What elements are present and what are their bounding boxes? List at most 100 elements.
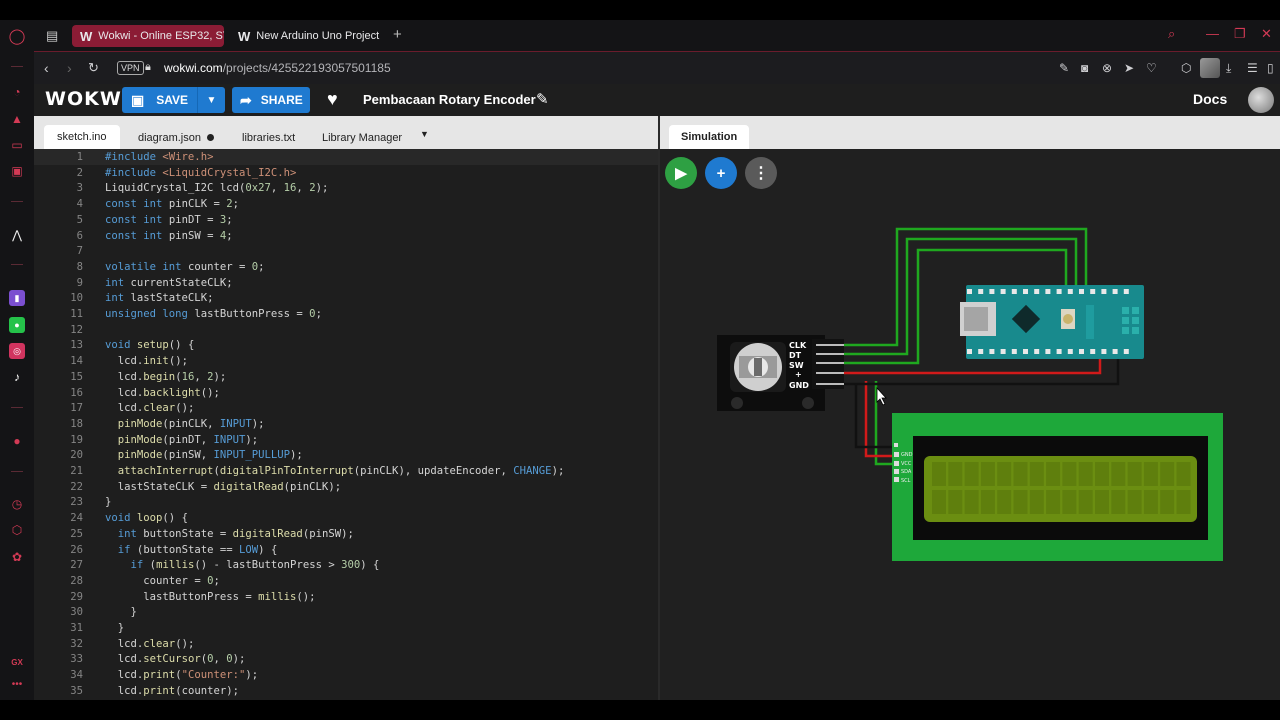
nano-pin[interactable] xyxy=(989,289,995,294)
bag-icon[interactable]: ▲ xyxy=(9,111,25,127)
nano-pin[interactable] xyxy=(1000,289,1006,294)
nano-pin[interactable] xyxy=(1101,349,1107,354)
block-ads-icon[interactable]: ⊗ xyxy=(1102,61,1112,75)
arduino-nano[interactable] xyxy=(960,285,1144,359)
minimize-icon[interactable]: — xyxy=(1206,26,1219,41)
nano-pin[interactable] xyxy=(1101,289,1107,294)
nano-pin[interactable] xyxy=(989,349,995,354)
code-line[interactable]: 26 if (buttonState == LOW) { xyxy=(34,542,658,558)
forward-icon[interactable]: › xyxy=(67,60,72,76)
code-line[interactable]: 19 pinMode(pinDT, INPUT); xyxy=(34,432,658,448)
tabs-dropdown-icon[interactable]: ▼ xyxy=(420,129,429,139)
nano-pin[interactable] xyxy=(1079,289,1084,294)
code-line[interactable]: 29 lastButtonPress = millis(); xyxy=(34,589,658,605)
code-line[interactable]: 30 } xyxy=(34,604,658,620)
code-line[interactable]: 13 void setup() { xyxy=(34,337,658,353)
back-icon[interactable]: ‹ xyxy=(44,60,49,76)
nano-pin[interactable] xyxy=(967,349,972,354)
save-button[interactable]: ▣ SAVE ▼ xyxy=(122,87,225,113)
nano-pin[interactable] xyxy=(967,289,972,294)
opera-logo-icon[interactable]: ◯ xyxy=(9,28,26,45)
code-line[interactable]: 34 lcd.print("Counter:"); xyxy=(34,667,658,683)
download-icon[interactable]: ⤓ xyxy=(1226,61,1231,76)
edit-title-pencil-icon[interactable]: ✎ xyxy=(536,90,549,108)
code-line[interactable]: 35 lcd.print(counter); xyxy=(34,683,658,699)
search-tabs-icon[interactable]: ⌕ xyxy=(1168,26,1175,42)
gx-icon[interactable]: GX xyxy=(9,654,25,670)
project-title[interactable]: Pembacaan Rotary Encoder xyxy=(363,92,536,107)
code-line[interactable]: 3 LiquidCrystal_I2C lcd(0x27, 16, 2); xyxy=(34,180,658,196)
bookmark-heart-icon[interactable]: ♡ xyxy=(1146,61,1157,75)
share-button[interactable]: ➦ SHARE xyxy=(232,87,310,113)
profile-avatar[interactable] xyxy=(1200,58,1220,78)
nano-pin[interactable] xyxy=(1034,349,1040,354)
code-line[interactable]: 6 const int pinSW = 4; xyxy=(34,228,658,244)
tab-sketch-ino[interactable]: sketch.ino xyxy=(44,125,120,149)
code-editor[interactable]: 1 #include <Wire.h> 2 #include <LiquidCryst… xyxy=(34,149,658,700)
nano-pin[interactable] xyxy=(1090,289,1096,294)
menu-icon[interactable]: ☰ xyxy=(1247,61,1258,75)
tab-arduino-uno[interactable]: W New Arduino Uno Project xyxy=(230,25,380,47)
code-line[interactable]: 24 void loop() { xyxy=(34,510,658,526)
more-icon[interactable]: ••• xyxy=(9,676,25,692)
close-window-icon[interactable]: ✕ xyxy=(1261,26,1272,42)
nano-pin[interactable] xyxy=(1011,289,1017,294)
extensions-icon[interactable]: ⬡ xyxy=(9,522,25,538)
lcd-1602-i2c[interactable]: GND VCC SDA SCL xyxy=(892,413,1223,561)
code-line[interactable]: 23} xyxy=(34,494,658,510)
nano-pin[interactable] xyxy=(1000,349,1006,354)
code-line[interactable]: 21 attachInterrupt(digitalPinToInterrupt… xyxy=(34,463,658,479)
code-line[interactable]: 4 const int pinCLK = 2; xyxy=(34,196,658,212)
like-heart-icon[interactable]: ♥ xyxy=(327,89,338,110)
code-line[interactable]: 17 lcd.clear(); xyxy=(34,400,658,416)
nano-pin[interactable] xyxy=(978,349,984,354)
sidebar-toggle-icon[interactable]: ▯ xyxy=(1267,61,1274,75)
code-line[interactable]: 8 volatile int counter = 0; xyxy=(34,259,658,275)
tab-library-manager[interactable]: Library Manager xyxy=(309,126,415,149)
code-line[interactable]: 11 unsigned long lastButtonPress = 0; xyxy=(34,306,658,322)
player-icon[interactable]: ● xyxy=(9,433,25,449)
code-line[interactable]: 27 if (millis() - lastButtonPress > 300)… xyxy=(34,557,658,573)
code-line[interactable]: 16 lcd.backlight(); xyxy=(34,385,658,401)
vpn-badge[interactable]: VPN xyxy=(117,61,144,75)
simulation-canvas[interactable]: ▶ + ⋮ CLK DT SW + GND GND VCC SDA SCL xyxy=(660,149,1280,700)
tiktok-icon[interactable]: ♪ xyxy=(9,369,25,385)
instagram-icon[interactable]: ◎ xyxy=(9,343,25,359)
nano-pin[interactable] xyxy=(1034,289,1040,294)
nano-pin[interactable] xyxy=(1067,289,1073,294)
nano-pin[interactable] xyxy=(1056,289,1062,294)
aria-icon[interactable]: ◔ xyxy=(9,84,25,100)
user-avatar[interactable] xyxy=(1248,87,1274,113)
nano-pin[interactable] xyxy=(1056,349,1062,354)
docs-link[interactable]: Docs xyxy=(1193,91,1227,107)
nano-pin[interactable] xyxy=(1023,289,1028,294)
wokwi-logo[interactable]: WOKWI xyxy=(45,88,130,110)
nano-pin[interactable] xyxy=(1112,349,1118,354)
url-field[interactable]: wokwi.com/projects/425522193057501185 xyxy=(164,61,391,75)
rotary-encoder[interactable]: CLKDTSW+ GND xyxy=(717,335,844,411)
code-line[interactable]: 9 int currentStateCLK; xyxy=(34,275,658,291)
save-dropdown-icon[interactable]: ▼ xyxy=(197,87,225,113)
nano-pin[interactable] xyxy=(1045,289,1051,294)
code-line[interactable]: 15 lcd.begin(16, 2); xyxy=(34,369,658,385)
tab-diagram-json[interactable]: diagram.json xyxy=(125,126,227,149)
code-line[interactable]: 33 lcd.setCursor(0, 0); xyxy=(34,651,658,667)
tab-menu-icon[interactable]: ▤ xyxy=(46,28,58,44)
nano-pin[interactable] xyxy=(1023,349,1028,354)
code-line[interactable]: 1 #include <Wire.h> xyxy=(34,149,658,165)
tab-simulation[interactable]: Simulation xyxy=(669,125,750,149)
code-line[interactable]: 10 int lastStateCLK; xyxy=(34,290,658,306)
nano-pin[interactable] xyxy=(1123,289,1129,294)
edit-icon[interactable]: ✎ xyxy=(1059,61,1069,75)
chat-icon[interactable]: ▭ xyxy=(9,137,25,153)
lock-icon[interactable]: 🔒︎ xyxy=(145,61,151,74)
nano-pin[interactable] xyxy=(1112,289,1118,294)
reload-icon[interactable]: ↻ xyxy=(88,60,99,76)
code-line[interactable]: 32 lcd.clear(); xyxy=(34,636,658,652)
nano-pin[interactable] xyxy=(1067,349,1073,354)
crypto-icon[interactable]: ⋀ xyxy=(9,227,25,243)
code-line[interactable]: 20 pinMode(pinSW, INPUT_PULLUP); xyxy=(34,447,658,463)
whatsapp-icon[interactable]: ● xyxy=(9,317,25,333)
code-line[interactable]: 25 int buttonState = digitalRead(pinSW); xyxy=(34,526,658,542)
code-line[interactable]: 12 xyxy=(34,322,658,338)
